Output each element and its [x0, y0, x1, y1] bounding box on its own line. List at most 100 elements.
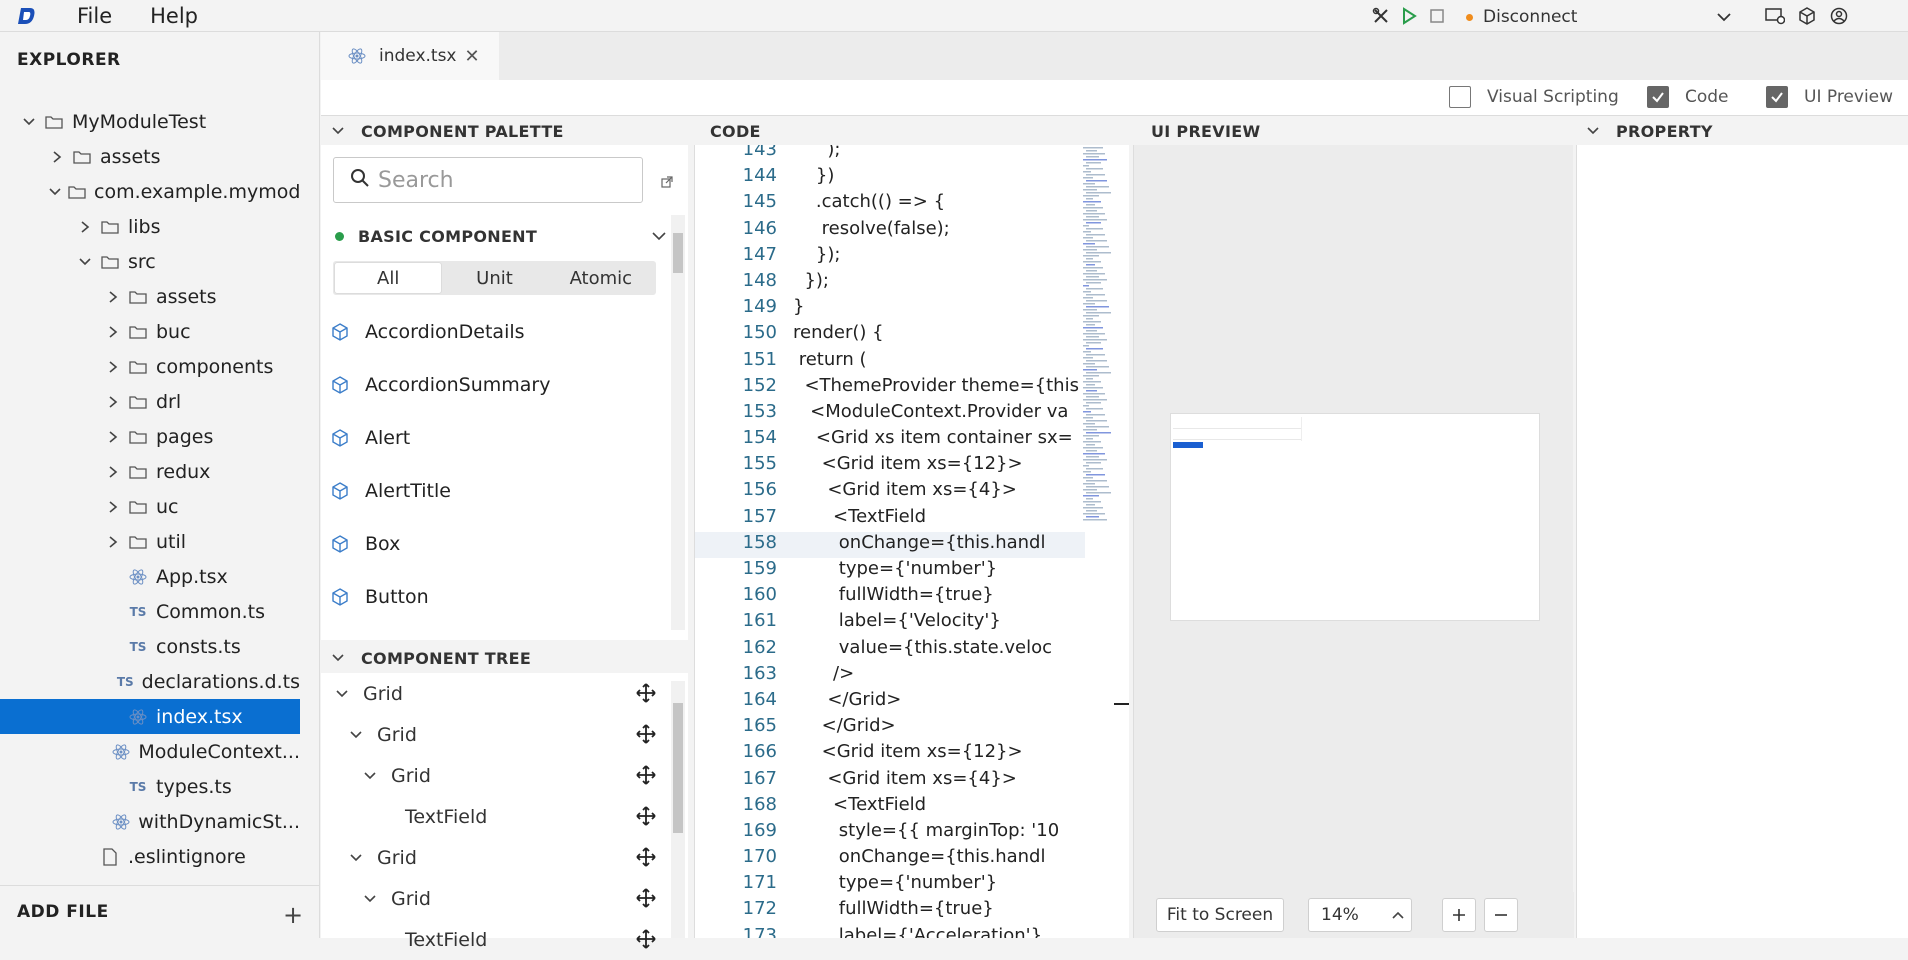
toggle-visual-scripting[interactable]: Visual Scripting — [1449, 86, 1619, 108]
palette-component[interactable]: AccordionDetails — [321, 305, 661, 358]
search-box[interactable] — [333, 157, 643, 203]
code-minimap[interactable] — [1081, 145, 1111, 525]
chevron-down-icon[interactable] — [20, 113, 38, 131]
add-file-plus-icon[interactable]: + — [283, 901, 303, 929]
explorer-item[interactable]: MyModuleTest — [0, 104, 300, 139]
chevron-down-icon[interactable] — [361, 767, 379, 785]
basic-component-group[interactable]: BASIC COMPONENT — [335, 225, 675, 247]
device-icon[interactable] — [1764, 5, 1786, 27]
explorer-item[interactable]: buc — [0, 314, 300, 349]
filter-atomic[interactable]: Atomic — [548, 263, 654, 293]
explorer-item[interactable]: uc — [0, 489, 300, 524]
move-icon[interactable] — [636, 724, 656, 749]
explorer-item[interactable]: pages — [0, 419, 300, 454]
component-tree-node[interactable]: Grid — [321, 755, 688, 796]
explorer-item[interactable]: index.tsx — [0, 699, 300, 734]
explorer-item[interactable]: assets — [0, 139, 300, 174]
explorer-item[interactable]: drl — [0, 384, 300, 419]
component-tree-scrollbar[interactable] — [671, 681, 685, 938]
search-input[interactable] — [378, 167, 638, 193]
filter-unit[interactable]: Unit — [441, 263, 547, 293]
chevron-down-icon[interactable] — [48, 183, 62, 201]
chevron-down-icon[interactable] — [347, 849, 365, 867]
chevron-down-icon[interactable] — [76, 253, 94, 271]
run-icon[interactable] — [1398, 5, 1420, 27]
component-tree-node[interactable]: Grid — [321, 673, 688, 714]
explorer-item[interactable]: TS types.ts — [0, 769, 300, 804]
property-header[interactable]: PROPERTY — [1576, 116, 1908, 146]
toggle-code[interactable]: Code — [1647, 86, 1729, 108]
preview-artboard[interactable] — [1170, 413, 1540, 621]
palette-component[interactable]: AccordionSummary — [321, 358, 661, 411]
visual-scripting-checkbox[interactable] — [1449, 86, 1471, 108]
palette-component[interactable]: Box — [321, 517, 661, 570]
chevron-right-icon[interactable] — [48, 148, 66, 166]
scrollbar-thumb[interactable] — [673, 703, 683, 833]
explorer-item[interactable]: TS consts.ts — [0, 629, 300, 664]
explorer-item[interactable]: .eslintignore — [0, 839, 300, 874]
chevron-right-icon[interactable] — [104, 358, 122, 376]
palette-header[interactable]: COMPONENT PALETTE — [321, 116, 688, 146]
chevron-right-icon[interactable] — [104, 533, 122, 551]
explorer-item[interactable]: redux — [0, 454, 300, 489]
chevron-right-icon[interactable] — [76, 218, 94, 236]
zoom-in-button[interactable] — [1442, 898, 1476, 932]
component-tree-node[interactable]: Grid — [321, 837, 688, 878]
move-icon[interactable] — [636, 929, 656, 954]
explorer-item[interactable]: assets — [0, 279, 300, 314]
explorer-item[interactable]: App.tsx — [0, 559, 300, 594]
chevron-down-icon[interactable] — [333, 685, 351, 703]
component-tree-node[interactable]: TextField — [321, 796, 688, 837]
chevron-right-icon[interactable] — [104, 498, 122, 516]
explorer-item[interactable]: TS Common.ts — [0, 594, 300, 629]
menu-help[interactable]: Help — [150, 4, 198, 28]
move-icon[interactable] — [636, 683, 656, 708]
menu-file[interactable]: File — [77, 4, 112, 28]
chevron-right-icon[interactable] — [104, 428, 122, 446]
component-tree-node[interactable]: Grid — [321, 714, 688, 755]
component-tree-header[interactable]: COMPONENT TREE — [321, 643, 688, 673]
code-editor[interactable]: 143 ); 144 }) 145 .catch(() => {146 resolv… — [694, 145, 1129, 938]
stop-icon[interactable] — [1426, 5, 1448, 27]
move-icon[interactable] — [636, 806, 656, 831]
package-icon[interactable] — [1796, 5, 1818, 27]
explorer-item[interactable]: util — [0, 524, 300, 559]
explorer-item[interactable]: components — [0, 349, 300, 384]
move-icon[interactable] — [636, 847, 656, 872]
tab-index-tsx[interactable]: index.tsx ✕ — [321, 32, 499, 80]
close-icon[interactable]: ✕ — [465, 46, 480, 67]
popout-icon[interactable] — [661, 173, 673, 192]
component-tree-node[interactable]: Grid — [321, 878, 688, 919]
move-icon[interactable] — [636, 888, 656, 913]
component-tree-node[interactable]: TextField — [321, 919, 688, 960]
chevron-down-icon[interactable] — [361, 890, 379, 908]
explorer-item[interactable]: withDynamicSt... — [0, 804, 300, 839]
zoom-out-button[interactable] — [1484, 898, 1518, 932]
explorer-item[interactable]: TS declarations.d.ts — [0, 664, 300, 699]
ui-preview-checkbox[interactable] — [1766, 86, 1788, 108]
filter-all[interactable]: All — [335, 263, 442, 293]
move-icon[interactable] — [636, 765, 656, 790]
toggle-ui-preview[interactable]: UI Preview — [1766, 86, 1893, 108]
chevron-right-icon[interactable] — [104, 323, 122, 341]
chevron-down-icon[interactable] — [347, 726, 365, 744]
fit-to-screen-button[interactable]: Fit to Screen — [1156, 898, 1284, 932]
explorer-item[interactable]: com.example.mymod... — [0, 174, 300, 209]
palette-scrollbar[interactable] — [671, 215, 685, 630]
scrollbar-thumb[interactable] — [673, 233, 683, 273]
palette-component[interactable]: AlertTitle — [321, 464, 661, 517]
chevron-right-icon[interactable] — [104, 288, 122, 306]
build-tools-icon[interactable] — [1370, 5, 1392, 27]
chevron-right-icon[interactable] — [104, 463, 122, 481]
chevron-right-icon[interactable] — [104, 393, 122, 411]
palette-component[interactable]: Button — [321, 570, 661, 623]
explorer-item[interactable]: libs — [0, 209, 300, 244]
explorer-item[interactable]: ModuleContext... — [0, 734, 300, 769]
zoom-chevron-up-icon[interactable] — [1384, 899, 1412, 931]
explorer-item[interactable]: src — [0, 244, 300, 279]
palette-component[interactable]: Alert — [321, 411, 661, 464]
code-checkbox[interactable] — [1647, 86, 1669, 108]
account-icon[interactable] — [1828, 5, 1850, 27]
cube-icon — [331, 322, 349, 341]
connection-select[interactable]: Disconnect — [1466, 6, 1736, 28]
